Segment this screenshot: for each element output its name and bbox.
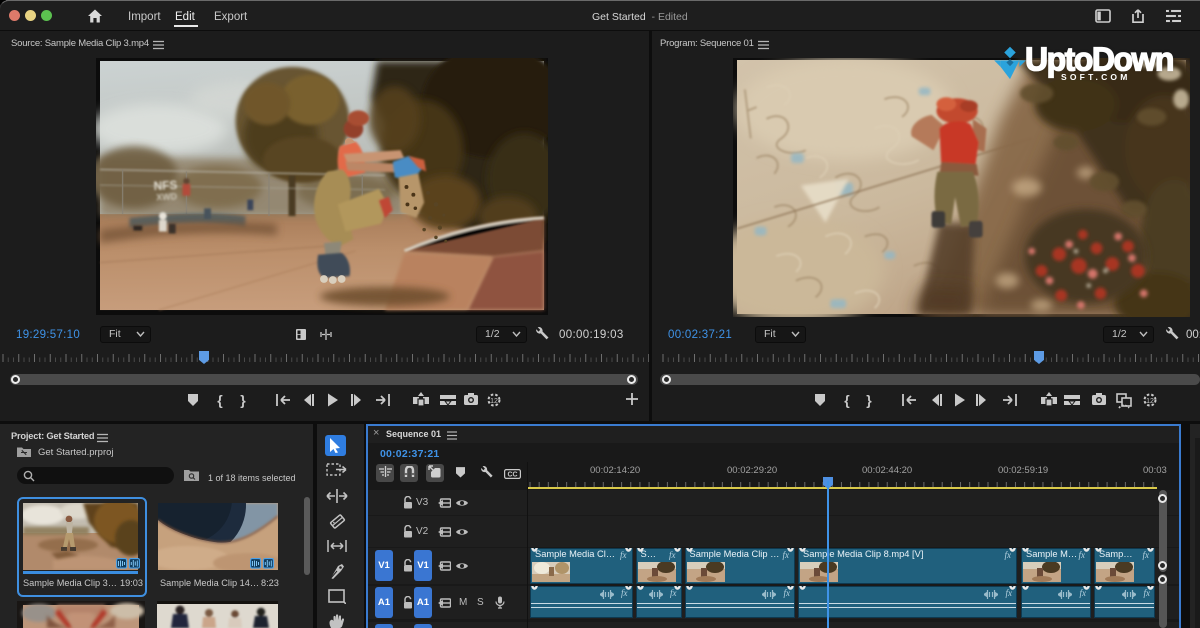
svg-text:{: { [844,392,850,408]
svg-text:XWD: XWD [156,192,177,203]
svg-text:{: { [217,392,223,408]
svg-text:}: } [240,392,246,408]
svg-text:12: 12 [490,398,498,405]
svg-text:12: 12 [1146,398,1154,405]
svg-text:}: } [866,392,872,408]
